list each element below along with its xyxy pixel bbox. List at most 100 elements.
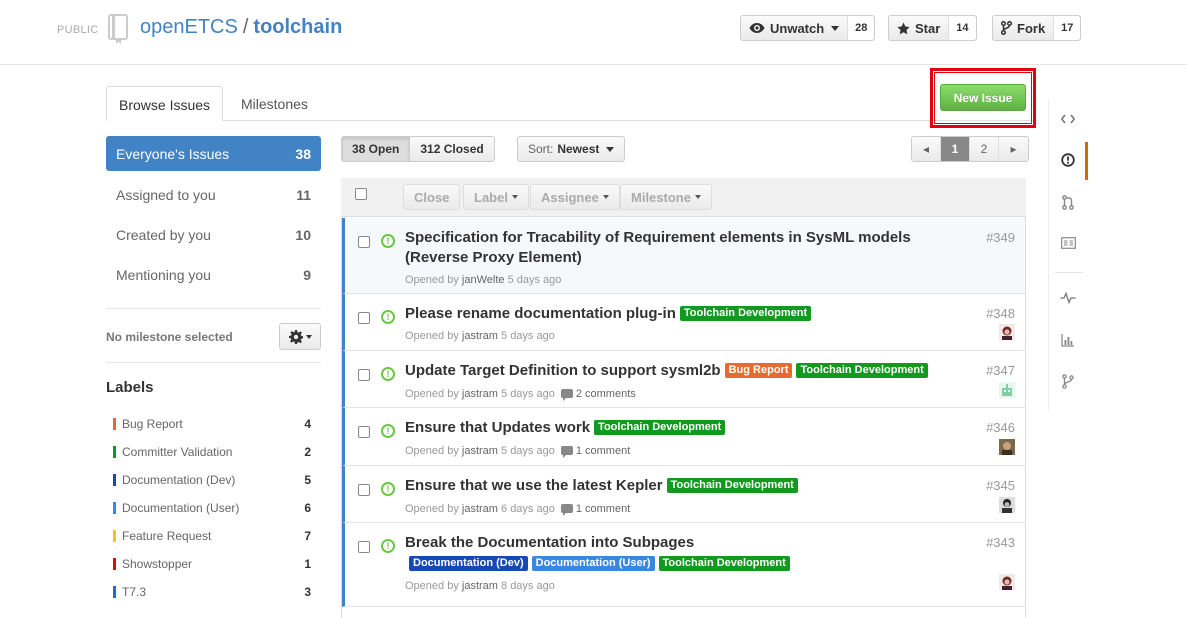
assignee-avatar[interactable] bbox=[999, 497, 1015, 513]
tab-milestones[interactable]: Milestones bbox=[229, 86, 320, 121]
issue-row[interactable]: ! Ensure that we use the latest Kepler Too… bbox=[342, 466, 1025, 523]
label-count: 1 bbox=[304, 557, 311, 571]
filter-created-by-you[interactable]: Created by you 10 bbox=[106, 217, 321, 252]
select-all-checkbox[interactable] bbox=[355, 188, 367, 200]
unwatch-button[interactable]: Unwatch bbox=[741, 16, 847, 40]
issue-label[interactable]: Toolchain Development bbox=[796, 363, 928, 378]
label-name: Documentation (Dev) bbox=[122, 473, 236, 487]
filter-mentioning-you[interactable]: Mentioning you 9 bbox=[106, 257, 321, 292]
issue-comments-link[interactable]: 2 comments bbox=[560, 388, 636, 401]
issue-title-link[interactable]: Ensure that Updates work bbox=[405, 419, 590, 436]
filter-everyones-issues[interactable]: Everyone's Issues 38 bbox=[106, 136, 321, 171]
issue-checkbox[interactable] bbox=[358, 236, 370, 248]
unwatch-label: Unwatch bbox=[770, 20, 825, 36]
issues-icon[interactable] bbox=[1057, 149, 1079, 171]
issue-row[interactable]: ! Break the Documentation into Subpages Do… bbox=[342, 523, 1025, 607]
issue-title-link[interactable]: Update Target Definition to support sysm… bbox=[405, 362, 721, 379]
pull-request-icon[interactable] bbox=[1057, 191, 1079, 213]
issue-author-link[interactable]: janWelte bbox=[462, 274, 505, 286]
issue-author-link[interactable]: jastram bbox=[462, 445, 498, 457]
sidebar-divider bbox=[106, 308, 321, 309]
issue-title: Ensure that we use the latest Kepler Tool… bbox=[405, 476, 965, 496]
issue-checkbox[interactable] bbox=[358, 426, 370, 438]
issue-age: 5 days ago bbox=[501, 388, 555, 400]
issue-author-link[interactable]: jastram bbox=[462, 580, 498, 592]
label-color-swatch bbox=[113, 474, 116, 486]
tab-browse-issues[interactable]: Browse Issues bbox=[106, 86, 224, 121]
issue-number: #343 bbox=[986, 535, 1015, 550]
closed-issues-button[interactable]: 312 Closed bbox=[410, 137, 494, 161]
new-issue-button[interactable]: New Issue bbox=[940, 84, 1026, 111]
next-page-button[interactable]: ▸ bbox=[999, 137, 1028, 161]
page-1-button[interactable]: 1 bbox=[941, 137, 970, 161]
label-filter-item[interactable]: Documentation (Dev) 5 bbox=[113, 470, 311, 490]
issue-label[interactable]: Toolchain Development bbox=[594, 420, 726, 435]
star-button[interactable]: Star bbox=[889, 16, 948, 40]
watchers-count[interactable]: 28 bbox=[847, 16, 875, 40]
issue-label[interactable]: Documentation (User) bbox=[531, 556, 655, 571]
bulk-milestone-button[interactable]: Milestone bbox=[620, 184, 712, 210]
issue-comments-link[interactable]: 1 comment bbox=[560, 445, 630, 458]
issue-title-link[interactable]: Specification for Tracability of Require… bbox=[405, 229, 911, 266]
label-filter-item[interactable]: Committer Validation 2 bbox=[113, 442, 311, 462]
assignee-avatar[interactable] bbox=[999, 382, 1015, 398]
issue-checkbox[interactable] bbox=[358, 369, 370, 381]
page-2-button[interactable]: 2 bbox=[970, 137, 999, 161]
bulk-milestone-label: Milestone bbox=[631, 189, 691, 205]
issue-comments-link[interactable]: 1 comment bbox=[560, 503, 630, 516]
filter-count: 10 bbox=[295, 226, 311, 243]
issue-row[interactable]: ! Ensure that Updates work Toolchain Devel… bbox=[342, 408, 1025, 466]
repo-owner-link[interactable]: openETCS bbox=[140, 16, 238, 38]
issue-title-link[interactable]: Please rename documentation plug-in bbox=[405, 305, 676, 322]
chevron-down-icon bbox=[694, 195, 701, 199]
rail-divider bbox=[1055, 272, 1083, 273]
label-filter-item[interactable]: T7.3 3 bbox=[113, 582, 311, 602]
prev-page-button[interactable]: ◂ bbox=[912, 137, 941, 161]
issue-title-link[interactable]: Ensure that we use the latest Kepler bbox=[405, 477, 663, 494]
graphs-icon[interactable] bbox=[1057, 329, 1079, 351]
label-filter-item[interactable]: Documentation (User) 6 bbox=[113, 498, 311, 518]
milestone-settings-button[interactable] bbox=[279, 323, 321, 350]
issue-row[interactable]: ! Update Target Definition to support sys… bbox=[342, 351, 1025, 408]
open-issues-button[interactable]: 38 Open bbox=[342, 137, 411, 161]
network-icon[interactable] bbox=[1057, 370, 1079, 392]
bulk-close-button[interactable]: Close bbox=[403, 184, 461, 210]
label-color-swatch bbox=[113, 418, 116, 430]
wiki-icon[interactable] bbox=[1057, 232, 1079, 254]
issue-label[interactable]: Toolchain Development bbox=[658, 556, 790, 571]
bulk-assignee-button[interactable]: Assignee bbox=[530, 184, 620, 210]
issue-author-link[interactable]: jastram bbox=[462, 503, 498, 515]
filter-assigned-to-you[interactable]: Assigned to you 11 bbox=[106, 177, 321, 212]
assignee-avatar[interactable] bbox=[999, 439, 1015, 455]
label-filter-item[interactable]: Showstopper 1 bbox=[113, 554, 311, 574]
issue-row[interactable]: ! Specification for Tracability of Requir… bbox=[342, 218, 1025, 294]
issue-title: Ensure that Updates work Toolchain Develo… bbox=[405, 418, 965, 438]
issue-age: 5 days ago bbox=[501, 330, 555, 342]
issue-checkbox[interactable] bbox=[358, 484, 370, 496]
pulse-icon[interactable] bbox=[1057, 287, 1079, 309]
issue-label[interactable]: Toolchain Development bbox=[679, 306, 812, 321]
repo-name-link[interactable]: toolchain bbox=[253, 16, 342, 38]
issue-label[interactable]: Bug Report bbox=[724, 363, 793, 378]
sort-dropdown[interactable]: Sort: Newest bbox=[517, 136, 626, 162]
stars-count[interactable]: 14 bbox=[948, 16, 976, 40]
assignee-avatar[interactable] bbox=[999, 324, 1015, 340]
issue-checkbox[interactable] bbox=[358, 312, 370, 324]
issue-title-link[interactable]: Break the Documentation into Subpages bbox=[405, 534, 694, 551]
issue-label[interactable]: Documentation (Dev) bbox=[409, 556, 528, 571]
sidebar-divider bbox=[106, 362, 321, 363]
repo-nav-rail bbox=[1048, 100, 1088, 410]
issue-author-link[interactable]: jastram bbox=[462, 388, 498, 400]
label-color-swatch bbox=[113, 446, 116, 458]
forks-count[interactable]: 17 bbox=[1053, 16, 1081, 40]
code-icon[interactable] bbox=[1057, 108, 1079, 130]
issue-label[interactable]: Toolchain Development bbox=[666, 478, 798, 493]
assignee-avatar[interactable] bbox=[999, 574, 1015, 590]
bulk-label-button[interactable]: Label bbox=[463, 184, 529, 210]
issue-row[interactable]: ! Please rename documentation plug-in Tool… bbox=[342, 294, 1025, 351]
label-filter-item[interactable]: Bug Report 4 bbox=[113, 414, 311, 434]
issue-author-link[interactable]: jastram bbox=[462, 330, 498, 342]
label-filter-item[interactable]: Feature Request 7 bbox=[113, 526, 311, 546]
fork-button[interactable]: Fork bbox=[993, 16, 1053, 40]
issue-checkbox[interactable] bbox=[358, 541, 370, 553]
